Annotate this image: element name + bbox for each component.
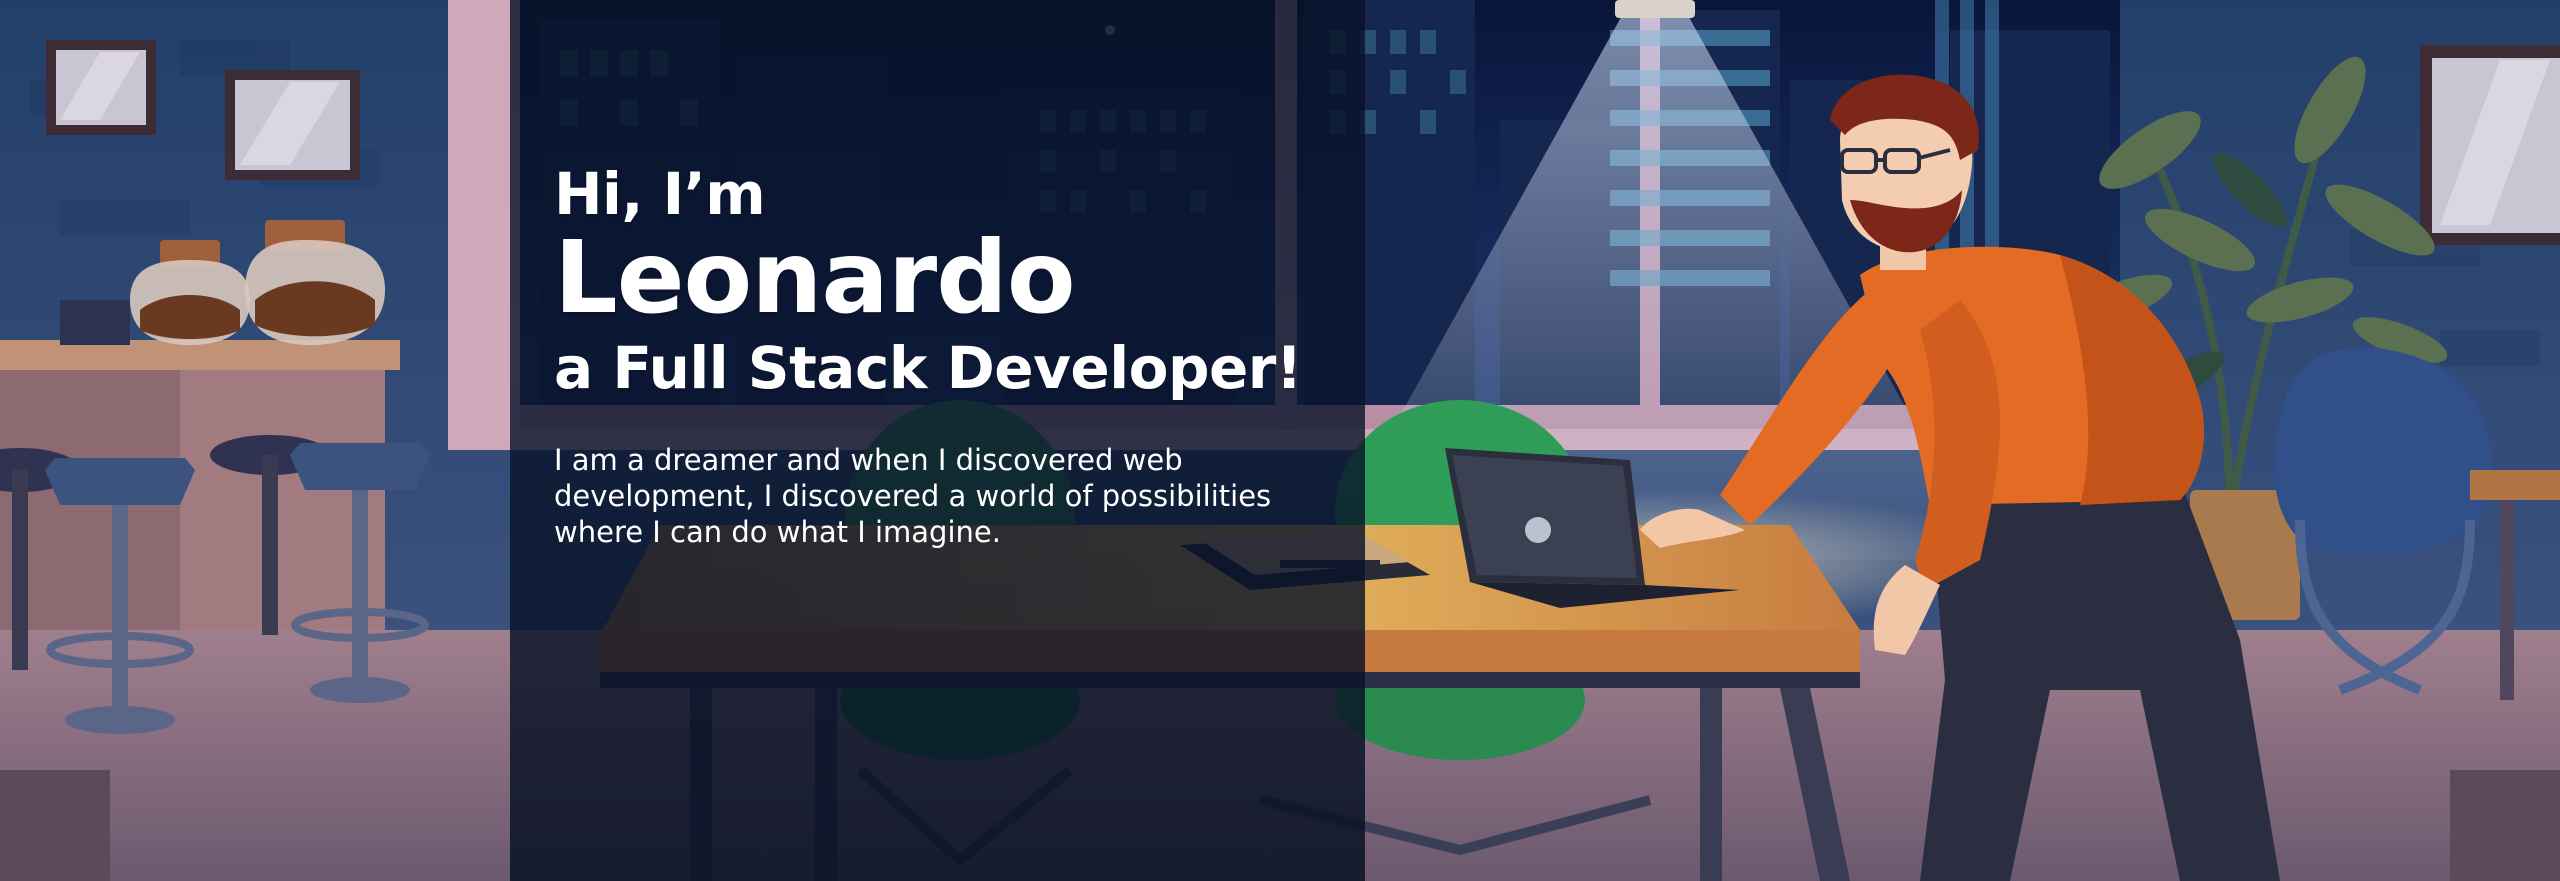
text-overlay-panel	[510, 0, 1365, 881]
side-desk	[2470, 470, 2560, 500]
wall-picture-frame	[2420, 45, 2560, 245]
wall-picture-frame	[46, 40, 156, 135]
hero-banner: Hi, I’m Leonardo a Full Stack Developer!…	[0, 0, 2560, 881]
developer-role: a Full Stack Developer!	[554, 334, 1302, 402]
developer-name: Leonardo	[554, 219, 1076, 336]
greeting-text: Hi, I’m	[554, 160, 766, 228]
bio-paragraph: I am a dreamer and when I discovered web…	[554, 443, 1272, 549]
intro-heading: Hi, I’m Leonardo a Full Stack Developer!	[554, 162, 1374, 402]
wall-picture-frame	[225, 70, 360, 180]
